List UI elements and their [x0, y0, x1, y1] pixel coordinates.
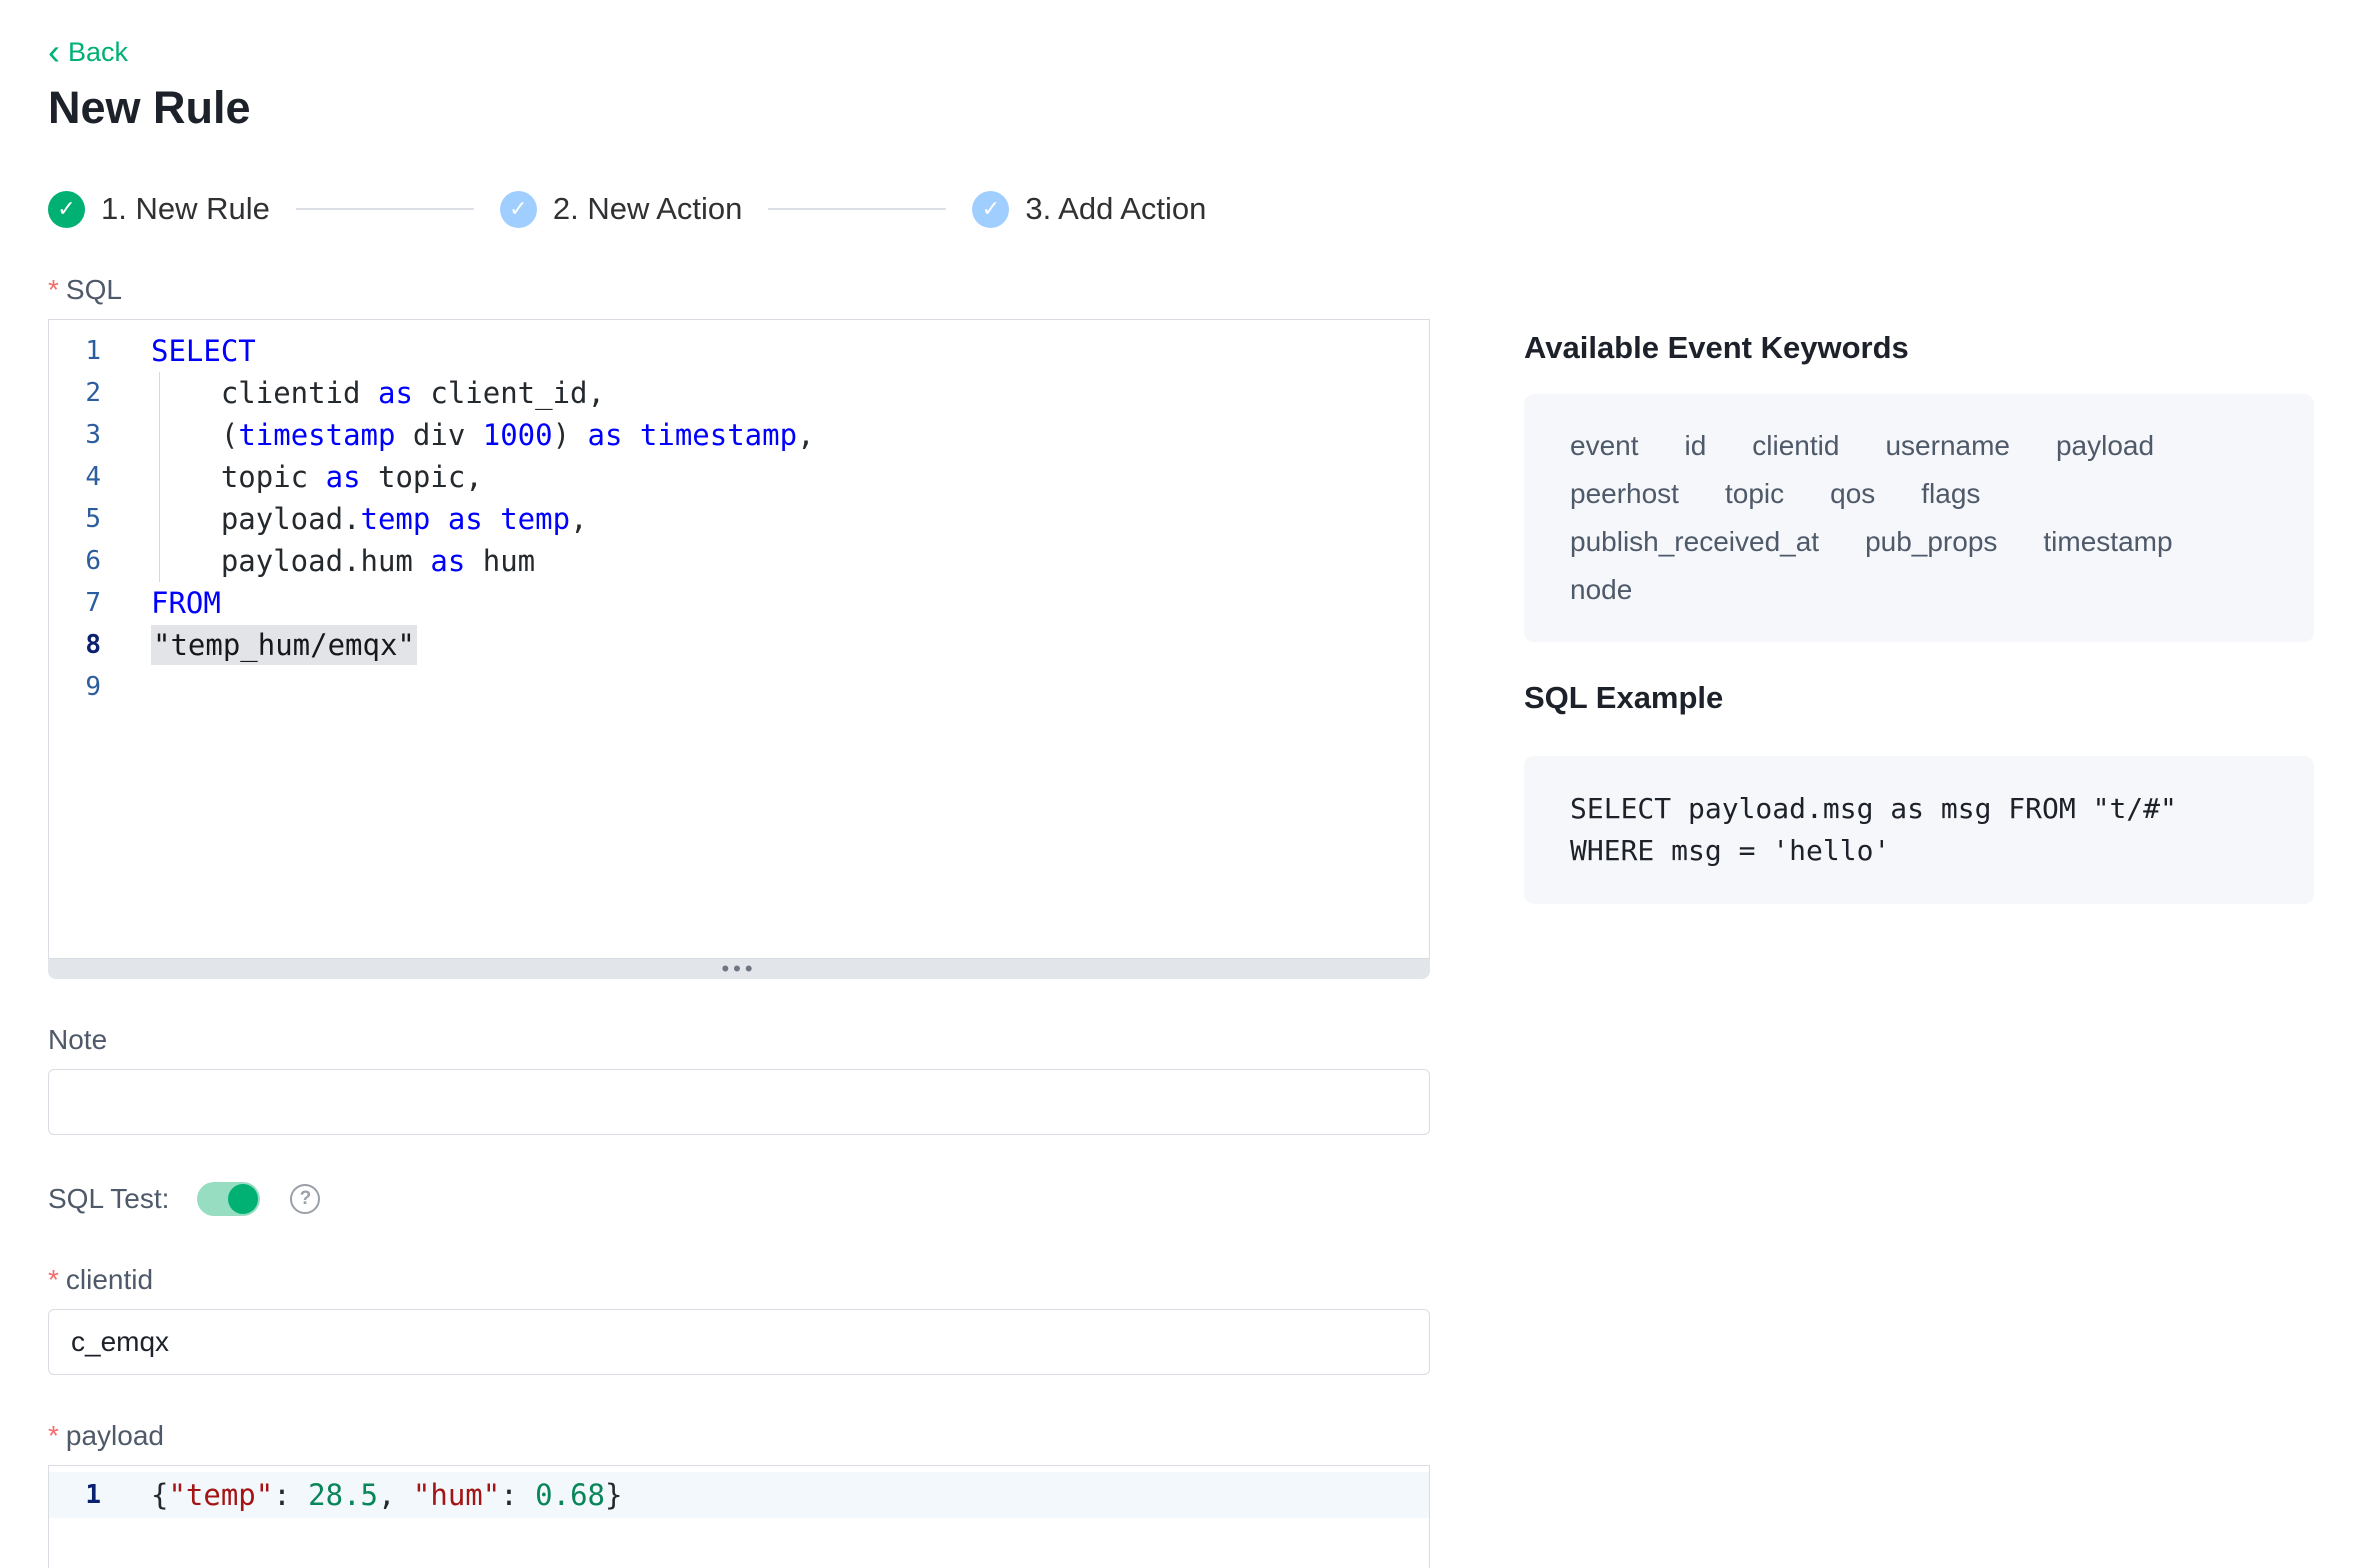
event-keyword: qos — [1830, 478, 1875, 510]
clientid-field-label: * clientid — [48, 1263, 1430, 1297]
code-text: FROM — [101, 582, 221, 624]
sql-example-box: SELECT payload.msg as msg FROM "t/#"WHER… — [1524, 756, 2314, 904]
sql-example-line: SELECT payload.msg as msg FROM "t/#" — [1570, 788, 2268, 830]
sql-label-text: SQL — [66, 274, 122, 306]
event-keyword: pub_props — [1865, 526, 1997, 558]
code-line: 1{"temp": 28.5, "hum": 0.68} — [49, 1472, 1429, 1518]
steps-indicator: ✓ 1. New Rule ✓ 2. New Action ✓ 3. Add Action — [48, 189, 1430, 229]
code-line: 4 topic as topic, — [49, 456, 1429, 498]
line-number: 3 — [49, 414, 101, 456]
step-label: 1. New Rule — [101, 191, 270, 227]
code-text: {"temp": 28.5, "hum": 0.68} — [101, 1472, 622, 1518]
code-line: 5 payload.temp as temp, — [49, 498, 1429, 540]
event-keywords-box: event id clientid username payload peerhost to… — [1524, 394, 2314, 642]
step-2: ✓ 2. New Action — [500, 191, 743, 228]
note-input[interactable] — [48, 1069, 1430, 1135]
event-keyword: timestamp — [2043, 526, 2172, 558]
note-label-text: Note — [48, 1024, 107, 1056]
step-label: 2. New Action — [553, 191, 743, 227]
code-line: 1SELECT — [49, 330, 1429, 372]
code-text: clientid as client_id, — [101, 372, 605, 414]
back-link[interactable]: ‹ Back — [48, 36, 128, 68]
line-number: 1 — [49, 330, 101, 372]
clientid-label-text: clientid — [66, 1264, 153, 1296]
line-number: 8 — [49, 624, 101, 666]
code-text: payload.hum as hum — [101, 540, 535, 582]
help-icon[interactable]: ? — [290, 1184, 320, 1214]
sql-test-label: SQL Test: — [48, 1183, 169, 1215]
step-connector-line — [768, 208, 946, 210]
code-text: SELECT — [101, 330, 256, 372]
code-line: 8"temp_hum/emqx" — [49, 624, 1429, 666]
toggle-knob — [228, 1184, 258, 1214]
sql-code-editor[interactable]: 1SELECT2 clientid as client_id,3 (timest… — [48, 319, 1430, 959]
step-check-icon: ✓ — [500, 191, 537, 228]
step-connector-line — [296, 208, 474, 210]
event-keyword: peerhost — [1570, 478, 1679, 510]
payload-label-text: payload — [66, 1420, 164, 1452]
event-keyword: clientid — [1752, 430, 1839, 462]
event-keyword: topic — [1725, 478, 1784, 510]
step-label: 3. Add Action — [1025, 191, 1206, 227]
sql-example-line: WHERE msg = 'hello' — [1570, 830, 2268, 872]
sql-field-label: * SQL — [48, 273, 1430, 307]
step-1: ✓ 1. New Rule — [48, 191, 270, 228]
sql-editor-wrap: 1SELECT2 clientid as client_id,3 (timest… — [48, 319, 1430, 979]
line-number: 5 — [49, 498, 101, 540]
sql-test-toggle[interactable] — [197, 1182, 260, 1216]
line-number: 4 — [49, 456, 101, 498]
required-asterisk: * — [48, 1420, 59, 1452]
code-text: "temp_hum/emqx" — [101, 624, 417, 666]
event-keyword: event — [1570, 430, 1639, 462]
line-number: 7 — [49, 582, 101, 624]
payload-code-editor[interactable]: 1{"temp": 28.5, "hum": 0.68} — [48, 1465, 1430, 1568]
chevron-left-icon: ‹ — [48, 38, 60, 66]
step-check-icon: ✓ — [48, 191, 85, 228]
help-panel: Available Event Keywords event id clientid… — [1524, 330, 2314, 904]
line-number: 9 — [49, 666, 101, 708]
editor-resize-handle[interactable]: ••• — [48, 959, 1430, 979]
line-number: 1 — [49, 1472, 101, 1518]
code-line: 7FROM — [49, 582, 1429, 624]
code-line: 3 (timestamp div 1000) as timestamp, — [49, 414, 1429, 456]
line-number: 2 — [49, 372, 101, 414]
sql-test-row: SQL Test: ? — [48, 1179, 1430, 1219]
code-line: 6 payload.hum as hum — [49, 540, 1429, 582]
event-keyword: username — [1885, 430, 2010, 462]
code-line: 9 — [49, 666, 1429, 708]
line-number: 6 — [49, 540, 101, 582]
new-rule-page: ‹ Back New Rule ✓ 1. New Rule ✓ 2. New Acti… — [0, 0, 2356, 1568]
required-asterisk: * — [48, 274, 59, 306]
code-text: topic as topic, — [101, 456, 483, 498]
sql-example-title: SQL Example — [1524, 680, 2314, 716]
code-line: 2 clientid as client_id, — [49, 372, 1429, 414]
code-text: payload.temp as temp, — [101, 498, 588, 540]
note-field-label: Note — [48, 1023, 1430, 1057]
event-keyword: id — [1685, 430, 1707, 462]
event-keyword: publish_received_at — [1570, 526, 1819, 558]
event-keywords-title: Available Event Keywords — [1524, 330, 2314, 366]
event-keyword: payload — [2056, 430, 2154, 462]
required-asterisk: * — [48, 1264, 59, 1296]
back-label: Back — [68, 37, 128, 68]
event-keyword: node — [1570, 574, 1632, 606]
main-content: ‹ Back New Rule ✓ 1. New Rule ✓ 2. New Acti… — [48, 36, 1430, 1568]
page-title: New Rule — [48, 81, 1430, 135]
step-3: ✓ 3. Add Action — [972, 191, 1206, 228]
event-keyword: flags — [1921, 478, 1980, 510]
code-text: (timestamp div 1000) as timestamp, — [101, 414, 815, 456]
clientid-input[interactable] — [48, 1309, 1430, 1375]
step-check-icon: ✓ — [972, 191, 1009, 228]
payload-field-label: * payload — [48, 1419, 1430, 1453]
